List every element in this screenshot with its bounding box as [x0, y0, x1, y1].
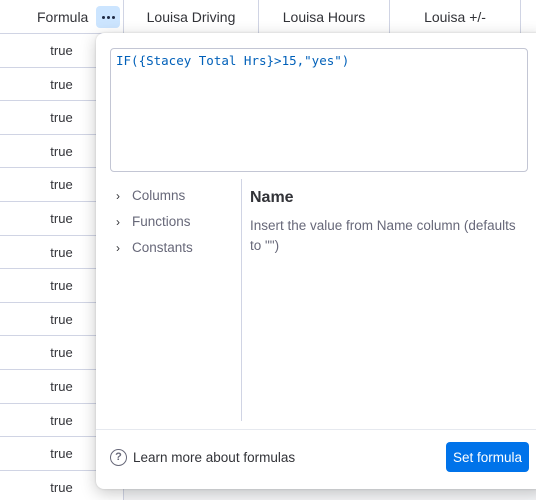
formula-input[interactable]: IF({Stacey Total Hrs}>15,"yes") — [116, 53, 522, 167]
help-icon: ? — [110, 449, 127, 466]
learn-more-label: Learn more about formulas — [133, 450, 296, 465]
chevron-right-icon: › — [116, 215, 120, 229]
popup-footer: ? Learn more about formulas Set formula — [96, 429, 536, 489]
chevron-right-icon: › — [116, 189, 120, 203]
info-panel: Name Insert the value from Name column (… — [250, 189, 530, 256]
formula-editor[interactable]: IF({Stacey Total Hrs}>15,"yes") — [110, 48, 528, 172]
column-header-louisa-plus-minus[interactable]: Louisa +/- — [390, 0, 521, 34]
info-title: Name — [250, 189, 294, 206]
category-columns[interactable]: › Columns — [116, 183, 241, 209]
more-dots-icon — [101, 15, 105, 19]
category-label: Constants — [132, 240, 193, 255]
category-label: Functions — [132, 214, 191, 229]
column-header-louisa-driving[interactable]: Louisa Driving — [124, 0, 259, 34]
column-more-options-button[interactable] — [96, 6, 120, 28]
board-background-strip — [124, 488, 536, 500]
column-header-row: Formula Louisa Driving Louisa Hours Loui… — [0, 0, 536, 34]
info-description: Insert the value from Name column (defau… — [250, 218, 516, 253]
panel-divider — [241, 179, 242, 421]
column-header-louisa-hours[interactable]: Louisa Hours — [259, 0, 390, 34]
formula-editor-popup: IF({Stacey Total Hrs}>15,"yes") › Column… — [96, 33, 536, 489]
formula-categories: › Columns › Functions › Constants — [116, 183, 241, 261]
column-header-overflow — [521, 0, 536, 34]
learn-more-link[interactable]: ? Learn more about formulas — [110, 449, 295, 466]
set-formula-button[interactable]: Set formula — [446, 442, 529, 472]
category-functions[interactable]: › Functions — [116, 209, 241, 235]
category-label: Columns — [132, 188, 186, 203]
category-constants[interactable]: › Constants — [116, 235, 241, 261]
chevron-right-icon: › — [116, 241, 120, 255]
